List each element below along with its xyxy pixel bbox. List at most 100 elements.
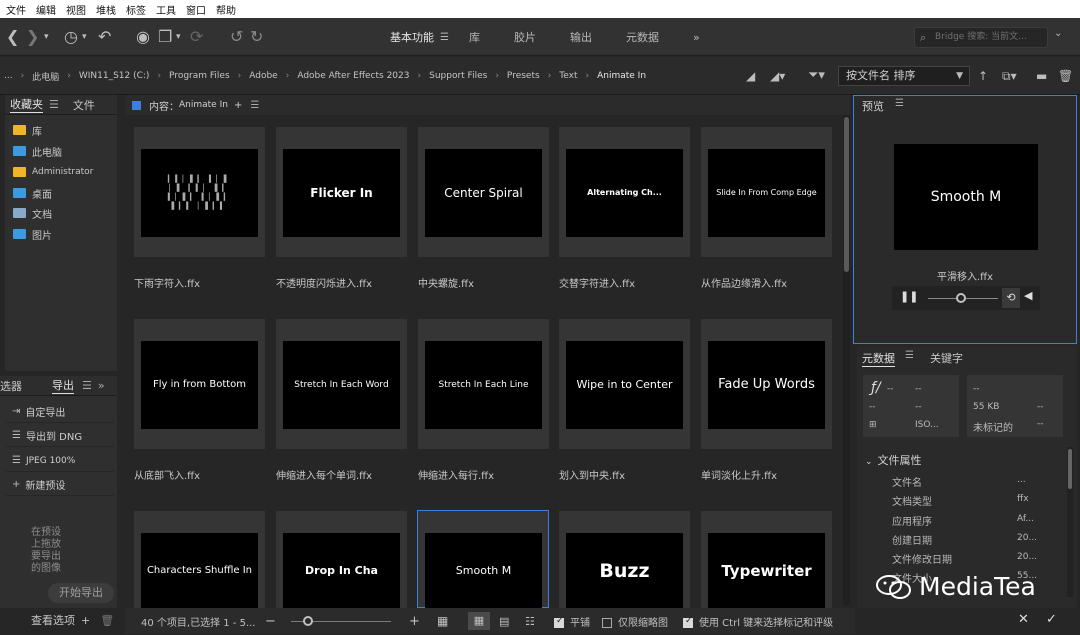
thumbnail-card[interactable]: Buzz — [559, 511, 690, 608]
more-workspaces[interactable]: » — [693, 31, 700, 44]
breadcrumb-item[interactable]: Adobe After Effects 2023 — [297, 71, 409, 81]
export-item-dng[interactable]: ☰ 导出到 DNG — [6, 425, 114, 447]
tab-output[interactable]: 输出 — [570, 29, 592, 45]
filter-icon[interactable]: ⏷▾ — [808, 57, 825, 95]
tab-metadata[interactable]: 元数据 — [626, 29, 659, 45]
favorite-item[interactable]: 此电脑 — [13, 141, 62, 161]
thumbnail-card[interactable]: Slide In From Comp Edge — [701, 127, 832, 257]
close-icon[interactable]: ✕ — [1018, 612, 1029, 627]
content-scrollbar[interactable] — [843, 115, 850, 605]
tab-export[interactable]: 导出 — [52, 377, 74, 394]
pause-icon[interactable]: ❚❚ — [900, 290, 918, 303]
favorite-item[interactable]: 图片 — [13, 224, 52, 244]
menu-edit[interactable]: 编辑 — [36, 2, 56, 17]
quality-icon[interactable]: ◢▾ — [770, 57, 785, 95]
grid-lock-icon[interactable]: ▦ — [437, 614, 448, 628]
forward-icon[interactable]: ❯ — [26, 18, 39, 56]
search-input[interactable]: ⌕ Bridge 搜索: 当前文... — [914, 27, 1048, 48]
thumbnail-card[interactable]: Fade Up Words — [701, 319, 832, 449]
menu-tools[interactable]: 工具 — [156, 2, 176, 17]
ctrl-select-checkbox[interactable]: 使用 Ctrl 键来选择标记和评级 — [683, 614, 833, 629]
recent-folders-icon[interactable]: ◷ — [64, 18, 78, 56]
breadcrumb-item[interactable]: Presets — [507, 71, 540, 81]
file-properties-section[interactable]: ⌄ 文件属性 — [865, 452, 922, 468]
thumbnail-card[interactable]: Alternating Ch... — [559, 127, 690, 257]
plus-icon[interactable]: + — [234, 100, 242, 111]
breadcrumb-current[interactable]: Animate In — [597, 71, 646, 81]
plus-icon[interactable]: + — [81, 614, 90, 627]
trash-icon[interactable]: 🗑 — [1058, 57, 1073, 95]
thumbnail-card[interactable]: Flicker In — [276, 127, 407, 257]
breadcrumb-item[interactable]: Adobe — [249, 71, 277, 81]
divider[interactable] — [119, 100, 123, 370]
camera-icon[interactable]: ◉ — [136, 18, 150, 56]
breadcrumb-item[interactable]: Text — [559, 71, 577, 81]
checkmark-icon[interactable]: ✓ — [1046, 612, 1057, 627]
slider-knob[interactable] — [303, 616, 313, 626]
more-panels-icon[interactable]: » — [98, 379, 105, 392]
view-details-icon[interactable]: ▤ — [499, 615, 509, 628]
chevron-down-icon[interactable]: ⌄ — [1054, 28, 1062, 39]
chevron-down-icon[interactable]: ▾ — [44, 18, 49, 56]
tab-filmstrip[interactable]: 胶片 — [514, 29, 536, 45]
playback-knob[interactable] — [956, 293, 966, 303]
breadcrumb-more[interactable]: ... — [4, 71, 13, 81]
tab-preview[interactable]: 预览 — [862, 98, 884, 114]
sync-icon[interactable]: ⟳ — [190, 18, 203, 56]
scrollbar-thumb[interactable] — [844, 117, 849, 272]
panel-menu-icon[interactable]: ☰ — [250, 100, 259, 111]
thumbnail-card[interactable]: Wipe in to Center — [559, 319, 690, 449]
breadcrumb-item[interactable]: 此电脑 — [32, 70, 59, 83]
thumbnail-card[interactable]: Drop In Cha — [276, 511, 407, 608]
favorite-item[interactable]: 库 — [13, 120, 42, 140]
open-recent-icon[interactable]: ⧉▾ — [1002, 57, 1017, 95]
breadcrumb-item[interactable]: WIN11_S12 (C:) — [79, 71, 150, 81]
trash-icon[interactable]: 🗑 — [100, 614, 114, 627]
rating-filter-icon[interactable]: ◢ — [746, 57, 755, 95]
favorite-item[interactable]: Administrator — [13, 162, 93, 182]
thumbnail-card-selected[interactable]: Smooth M — [417, 510, 549, 608]
thumbnail-card[interactable]: Center Spiral — [418, 127, 549, 257]
start-export-button[interactable]: 开始导出 — [48, 583, 114, 603]
view-options-label[interactable]: 查看选项 — [31, 612, 75, 628]
menu-label[interactable]: 标签 — [126, 2, 146, 17]
export-item-jpeg[interactable]: ☰ JPEG 100% — [6, 450, 114, 472]
tile-checkbox[interactable]: 平铺 — [554, 614, 590, 629]
favorite-item[interactable]: 文档 — [13, 203, 52, 223]
tab-folders[interactable]: 文件 — [73, 97, 95, 113]
zoom-in-button[interactable]: + — [409, 614, 420, 629]
menu-stack[interactable]: 堆栈 — [96, 2, 116, 17]
thumbs-only-checkbox[interactable]: 仅限缩略图 — [602, 614, 668, 629]
thumbnail-card[interactable]: Characters Shuffle In — [134, 511, 265, 608]
tab-keywords[interactable]: 关键字 — [930, 350, 963, 366]
back-icon[interactable]: ❮ — [6, 18, 19, 56]
workspace-menu-icon[interactable]: ☰ — [440, 32, 449, 43]
sort-dropdown[interactable]: 按文件名 排序 ▼ — [838, 66, 970, 86]
scrollbar-thumb[interactable] — [1068, 449, 1072, 489]
tab-essentials[interactable]: 基本功能 — [390, 29, 434, 45]
panel-menu-icon[interactable]: ☰ — [895, 98, 904, 109]
metadata-scrollbar[interactable] — [1067, 447, 1073, 597]
thumbnail-card[interactable]: Stretch In Each Word — [276, 319, 407, 449]
tab-favorites[interactable]: 收藏夹 — [10, 96, 43, 113]
thumbnail-card[interactable]: Fly in from Bottom — [134, 319, 265, 449]
panel-menu-icon[interactable]: ☰ — [82, 379, 92, 392]
thumbnail-card[interactable]: Stretch In Each Line — [418, 319, 549, 449]
view-list-icon[interactable]: ☷ — [525, 615, 535, 628]
menu-view[interactable]: 视图 — [66, 2, 86, 17]
chevron-down-icon[interactable]: ▾ — [82, 18, 87, 56]
volume-icon[interactable]: ◀ — [1024, 289, 1032, 302]
new-preset-button[interactable]: + 新建预设 — [6, 474, 114, 496]
breadcrumb-item[interactable]: Support Files — [429, 71, 487, 81]
zoom-out-button[interactable]: − — [265, 614, 276, 629]
chevron-down-icon[interactable]: ▾ — [176, 18, 181, 56]
breadcrumb-item[interactable]: Program Files — [169, 71, 230, 81]
menu-file[interactable]: 文件 — [6, 2, 26, 17]
sort-ascending-icon[interactable]: ↑ — [978, 57, 988, 95]
favorite-item[interactable]: 桌面 — [13, 183, 52, 203]
new-folder-icon[interactable]: ▬ — [1036, 57, 1047, 95]
tab-library[interactable]: 库 — [469, 29, 480, 45]
thumbnail-card[interactable]: Typewriter — [701, 511, 832, 608]
export-item-custom[interactable]: ⇥ 自定导出 — [6, 401, 114, 423]
return-to-app-icon[interactable]: ↶ — [98, 18, 111, 56]
